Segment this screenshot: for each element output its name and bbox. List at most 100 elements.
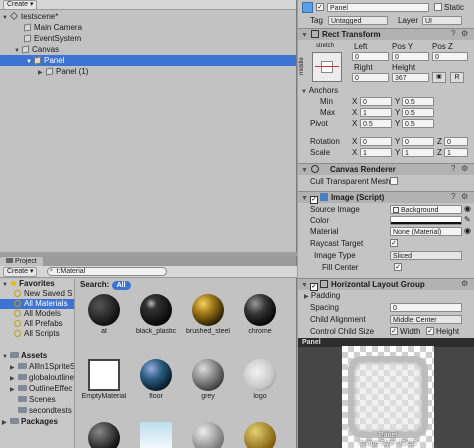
asset-item-logo[interactable]: logo [236, 359, 284, 400]
expand-arrow-icon[interactable]: ▼ [301, 282, 308, 289]
tab-project[interactable]: Project [0, 257, 43, 266]
anchor-presets-button[interactable] [312, 52, 342, 82]
asset-item-at[interactable]: at [80, 294, 128, 335]
scale-x-field[interactable]: 1 [360, 148, 392, 157]
canvas-renderer-header[interactable]: ▼ Canvas Renderer [298, 163, 474, 175]
scale-y-field[interactable]: 1 [402, 148, 434, 157]
anchor-min-x-field[interactable]: 0 [360, 97, 392, 106]
expand-arrow-icon[interactable]: ▼ [301, 32, 308, 39]
hierarchy-item-eventsystem[interactable]: EventSystem [0, 33, 296, 44]
tag-dropdown[interactable]: Untagged [328, 16, 388, 25]
hierarchy-item-main-camera[interactable]: Main Camera [0, 22, 296, 33]
expand-arrow-icon[interactable]: ▼ [301, 167, 308, 174]
collapse-arrow-icon[interactable]: ▶ [10, 374, 18, 383]
expand-arrow-icon[interactable]: ▼ [301, 89, 307, 95]
asset-item-floor[interactable]: floor [132, 359, 180, 400]
search-scope-all-button[interactable]: All [111, 281, 131, 290]
scene-row[interactable]: ▼ testscene* [0, 11, 296, 22]
hierarchy-item-panel[interactable]: ▼ Panel [0, 55, 296, 66]
gear-icon[interactable]: ⚙ [461, 29, 468, 38]
enabled-checkbox[interactable]: ✓ [309, 283, 318, 291]
help-icon[interactable]: ? [451, 29, 455, 38]
posy-field[interactable]: 0 [392, 52, 429, 61]
left-field[interactable]: 0 [352, 52, 389, 61]
asset-item[interactable] [132, 422, 180, 448]
child-alignment-dropdown[interactable]: Middle Center [390, 315, 462, 324]
horizontal-layout-header[interactable]: ▼ ✓ Horizontal Layout Group [298, 278, 474, 291]
object-picker-icon[interactable]: ◉ [464, 204, 471, 213]
project-search-input[interactable]: ⌕ t:Material [47, 267, 168, 276]
name-field[interactable]: Panel [327, 3, 429, 12]
right-field[interactable]: 0 [352, 73, 389, 82]
folder-item[interactable]: Scenes [0, 395, 74, 405]
expand-arrow-icon[interactable]: ▼ [2, 280, 10, 289]
hierarchy-item-canvas[interactable]: ▼ Canvas [0, 44, 296, 55]
scale-z-field[interactable]: 1 [444, 148, 468, 157]
asset-item-chrome[interactable]: chrome [236, 294, 284, 335]
hierarchy-item-panel-1[interactable]: ▶ Panel (1) [0, 66, 296, 77]
packages-header[interactable]: ▶ Packages [0, 417, 74, 427]
rotation-x-field[interactable]: 0 [360, 137, 392, 146]
hierarchy-create-button[interactable]: Create ▾ [3, 0, 38, 10]
asset-item-brushed-steel[interactable]: brushed_steel [184, 294, 232, 335]
favorite-item[interactable]: All Prefabs [0, 319, 74, 329]
assets-header[interactable]: ▼ Assets [0, 351, 74, 361]
collapse-arrow-icon[interactable]: ▶ [2, 418, 10, 427]
height-field[interactable]: 367 [392, 73, 429, 82]
rotation-y-field[interactable]: 0 [402, 137, 434, 146]
raw-edit-button[interactable]: R [450, 72, 464, 83]
posz-field[interactable]: 0 [432, 52, 468, 61]
asset-item[interactable] [236, 422, 284, 448]
gear-icon[interactable]: ⚙ [461, 279, 468, 288]
spacing-field[interactable]: 0 [390, 303, 462, 312]
anchor-max-y-field[interactable]: 0.5 [402, 108, 434, 117]
project-create-button[interactable]: Create ▾ [3, 266, 38, 277]
gear-icon[interactable]: ⚙ [461, 192, 468, 201]
enabled-checkbox[interactable]: ✓ [309, 196, 318, 204]
rotation-z-field[interactable]: 0 [444, 137, 468, 146]
favorites-header[interactable]: ▼ ★ Favorites [0, 279, 74, 289]
material-field[interactable]: None (Material) [390, 227, 462, 236]
image-type-dropdown[interactable]: Sliced [390, 251, 462, 260]
blueprint-mode-button[interactable]: ▣ [432, 72, 446, 83]
control-height-checkbox[interactable]: ✓ [426, 327, 434, 335]
collapse-arrow-icon[interactable]: ▶ [10, 385, 18, 394]
raycast-checkbox[interactable]: ✓ [390, 239, 398, 247]
cull-checkbox[interactable] [390, 177, 398, 185]
asset-item-grey[interactable]: grey [184, 359, 232, 400]
control-width-checkbox[interactable]: ✓ [390, 327, 398, 335]
pivot-x-field[interactable]: 0.5 [360, 119, 392, 128]
collapse-arrow-icon[interactable]: ▶ [10, 363, 18, 372]
favorite-item-all-materials[interactable]: All Materials [0, 299, 74, 309]
asset-item-black-plastic[interactable]: black_plastic [132, 294, 180, 335]
folder-item[interactable]: ▶ globaloutline [0, 373, 74, 383]
favorite-item[interactable]: All Models [0, 309, 74, 319]
anchor-max-x-field[interactable]: 1 [360, 108, 392, 117]
active-checkbox[interactable]: ✓ [316, 3, 324, 11]
rect-transform-header[interactable]: ▼ Rect Transform [298, 28, 474, 40]
expand-arrow-icon[interactable]: ▼ [2, 352, 10, 361]
help-icon[interactable]: ? [451, 164, 455, 173]
eyedropper-icon[interactable]: ✎ [464, 215, 471, 224]
asset-item[interactable] [80, 422, 128, 448]
asset-item-emptymaterial[interactable]: EmptyMaterial [80, 359, 128, 400]
asset-item[interactable] [184, 422, 232, 448]
object-picker-icon[interactable]: ◉ [464, 226, 471, 235]
anchors-foldout[interactable]: ▼ Anchors [298, 86, 474, 96]
layer-dropdown[interactable]: UI [422, 16, 462, 25]
collapse-arrow-icon[interactable]: ▶ [304, 294, 309, 300]
favorite-item[interactable]: All Scripts [0, 329, 74, 339]
expand-arrow-icon[interactable]: ▼ [301, 195, 308, 202]
anchor-min-y-field[interactable]: 0.5 [402, 97, 434, 106]
color-swatch[interactable] [390, 216, 462, 225]
folder-item[interactable]: ▶ OutlineEffec [0, 384, 74, 394]
favorite-item[interactable]: New Saved S [0, 289, 74, 299]
collapse-arrow-icon[interactable]: ▶ [38, 68, 46, 79]
fill-center-checkbox[interactable]: ✓ [394, 263, 402, 271]
folder-item[interactable]: secondtests [0, 406, 74, 416]
help-icon[interactable]: ? [451, 192, 455, 201]
gear-icon[interactable]: ⚙ [461, 164, 468, 173]
pivot-y-field[interactable]: 0.5 [402, 119, 434, 128]
source-image-field[interactable]: Background [390, 205, 462, 214]
folder-item[interactable]: ▶ AllIn1SpriteS [0, 362, 74, 372]
